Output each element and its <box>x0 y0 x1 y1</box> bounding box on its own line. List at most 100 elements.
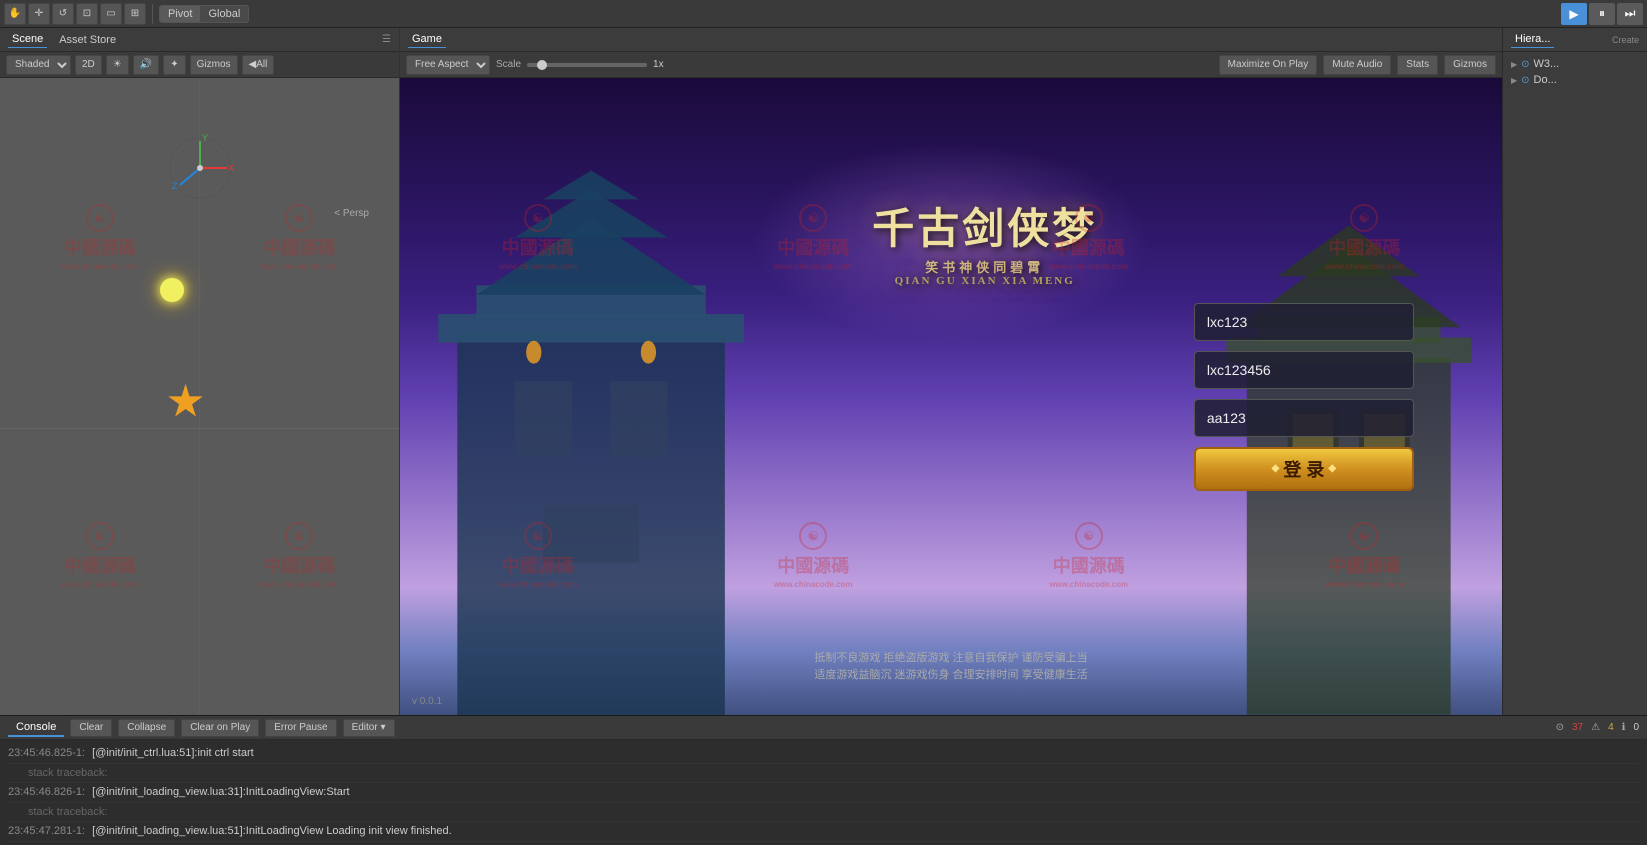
console-text-3: [@init/init_loading_view.lua:51]:InitLoa… <box>92 825 452 837</box>
console-timestamp-1: 23:45:46.825-1: <box>8 747 85 759</box>
transform-tool-btn[interactable]: ⊞ <box>124 3 146 25</box>
step-btn[interactable]: ⏭ <box>1617 3 1643 25</box>
effects-btn[interactable]: ✦ <box>163 55 185 75</box>
move-tool-btn[interactable]: ✛ <box>28 3 50 25</box>
global-btn[interactable]: Global <box>200 6 248 22</box>
scale-thumb <box>537 60 547 70</box>
pause-btn[interactable]: ⏸ <box>1589 3 1615 25</box>
hierarchy-item-2[interactable]: ▶ ⊙ Do... <box>1507 72 1643 88</box>
scene-icon-1: ⊙ <box>1521 59 1529 70</box>
game-panel: Game Free Aspect Scale 1x Maximize On Pl… <box>400 28 1502 715</box>
lights-btn[interactable]: ☀ <box>106 55 129 75</box>
audio-btn[interactable]: 🔊 <box>133 55 159 75</box>
rect-tool-btn[interactable]: ▭ <box>100 3 122 25</box>
shading-mode-dropdown[interactable]: Shaded <box>6 55 71 75</box>
maximize-on-play-btn[interactable]: Maximize On Play <box>1219 55 1318 75</box>
scene-tab[interactable]: Scene <box>8 31 47 48</box>
persp-label: < Persp <box>334 208 369 219</box>
scale-slider[interactable] <box>527 63 647 67</box>
warn-count: 4 <box>1608 722 1614 733</box>
main-area: Scene Asset Store ☰ Shaded 2D ☀ 🔊 ✦ Gizm… <box>0 28 1647 715</box>
play-controls: ▶ ⏸ ⏭ <box>1561 3 1643 25</box>
console-line-3[interactable]: 23:45:47.281-1: [@init/init_loading_view… <box>8 822 1639 842</box>
hierarchy-item-1[interactable]: ▶ ⊙ W3... <box>1507 56 1643 72</box>
gizmos-game-btn[interactable]: Gizmos <box>1444 55 1496 75</box>
game-login-panel: lxc123 lxc123456 aa123 登 录 <box>1194 303 1414 491</box>
username-field[interactable]: lxc123 <box>1194 303 1414 341</box>
pagoda-bg-left <box>400 142 786 715</box>
editor-btn[interactable]: Editor ▾ <box>343 719 395 737</box>
scene-panel: Scene Asset Store ☰ Shaded 2D ☀ 🔊 ✦ Gizm… <box>0 28 400 715</box>
console-timestamp-3: 23:45:47.281-1: <box>8 825 85 837</box>
scale-value: 1x <box>653 59 664 70</box>
collapse-btn[interactable]: Collapse <box>118 719 175 737</box>
aspect-dropdown[interactable]: Free Aspect <box>406 55 490 75</box>
hand-tool-btn[interactable]: ✋ <box>4 3 26 25</box>
hierarchy-header: Hiera... Create <box>1503 28 1647 52</box>
game-tab[interactable]: Game <box>408 31 446 48</box>
scene-content: Y X Z < Persp <box>0 78 399 715</box>
warn-icon: ⚠ <box>1591 722 1600 733</box>
arrow-icon-1: ▶ <box>1511 60 1517 69</box>
error-icon: ⊙ <box>1556 722 1564 733</box>
scene-object <box>168 384 204 420</box>
mute-audio-btn[interactable]: Mute Audio <box>1323 55 1391 75</box>
all-btn[interactable]: ◀All <box>242 55 275 75</box>
stats-btn[interactable]: Stats <box>1397 55 1438 75</box>
console-timestamp-2: 23:45:46.826-1: <box>8 786 85 798</box>
game-content: 千古剑侠梦 笑书神侠同碧霄 QIAN GU XIAN XIA MENG ☯ 中國… <box>400 78 1502 715</box>
error-pause-btn[interactable]: Error Pause <box>265 719 336 737</box>
password-field[interactable]: lxc123456 <box>1194 351 1414 389</box>
arrow-icon-2: ▶ <box>1511 76 1517 85</box>
clear-on-play-btn[interactable]: Clear on Play <box>181 719 259 737</box>
rotate-tool-btn[interactable]: ↺ <box>52 3 74 25</box>
console-sub-1: stack traceback: <box>8 764 1639 784</box>
console-text-2: [@init/init_loading_view.lua:31]:InitLoa… <box>92 786 349 798</box>
2d-mode-btn[interactable]: 2D <box>75 55 102 75</box>
pivot-btn[interactable]: Pivot <box>160 6 200 22</box>
console-sub-text-2: stack traceback: <box>8 806 107 818</box>
console-sub-3: stack traceback: <box>8 842 1639 845</box>
gizmos-btn[interactable]: Gizmos <box>190 55 238 75</box>
scene-panel-collapse[interactable]: ☰ <box>382 34 391 45</box>
console-sub-text-1: stack traceback: <box>8 767 107 779</box>
login-btn[interactable]: 登 录 <box>1194 447 1414 491</box>
scene-toolbar: Shaded 2D ☀ 🔊 ✦ Gizmos ◀All <box>0 52 399 78</box>
game-footer: 抵制不良游戏 拒绝盗版游戏 注意自我保护 谨防受骗上当 适度游戏益脑沉 迷游戏伤… <box>814 650 1087 685</box>
error-count: 37 <box>1572 722 1583 733</box>
sun-gizmo <box>160 278 184 302</box>
asset-store-tab[interactable]: Asset Store <box>55 32 120 48</box>
axis-gizmo: Y X Z <box>165 133 235 206</box>
svg-text:X: X <box>228 163 234 173</box>
console-sub-2: stack traceback: <box>8 803 1639 823</box>
hierarchy-tab[interactable]: Hiera... <box>1511 31 1554 48</box>
console-line-2[interactable]: 23:45:46.826-1: [@init/init_loading_view… <box>8 783 1639 803</box>
console-line-1[interactable]: 23:45:46.825-1: [@init/init_ctrl.lua:51]… <box>8 744 1639 764</box>
svg-text:Y: Y <box>202 133 208 143</box>
top-toolbar: ✋ ✛ ↺ ⊡ ▭ ⊞ Pivot Global ▶ ⏸ ⏭ <box>0 0 1647 28</box>
clear-btn[interactable]: Clear <box>70 719 112 737</box>
hierarchy-panel: Hiera... Create ▶ ⊙ W3... ▶ ⊙ Do... <box>1502 28 1647 715</box>
toolbar-transform-tools: ✋ ✛ ↺ ⊡ ▭ ⊞ <box>4 3 146 25</box>
play-btn[interactable]: ▶ <box>1561 3 1587 25</box>
scene-panel-header: Scene Asset Store ☰ <box>0 28 399 52</box>
console-panel: Console Clear Collapse Clear on Play Err… <box>0 715 1647 845</box>
info-count: 0 <box>1633 722 1639 733</box>
console-header: Console Clear Collapse Clear on Play Err… <box>0 716 1647 740</box>
console-stats: ⊙ 37 ⚠ 4 ℹ 0 <box>1556 722 1639 733</box>
scene-icon-2: ⊙ <box>1521 75 1529 86</box>
console-text-1: [@init/init_ctrl.lua:51]:init ctrl start <box>92 747 254 759</box>
game-options: Maximize On Play Mute Audio Stats Gizmos <box>1219 55 1496 75</box>
console-tab[interactable]: Console <box>8 719 64 737</box>
pivot-global-group: Pivot Global <box>159 5 249 23</box>
game-title: 千古剑侠梦 笑书神侠同碧霄 QIAN GU XIAN XIA MENG <box>872 205 1097 288</box>
game-toolbar: Free Aspect Scale 1x Maximize On Play Mu… <box>400 52 1502 78</box>
info-icon: ℹ <box>1622 722 1626 733</box>
scale-tool-btn[interactable]: ⊡ <box>76 3 98 25</box>
server-field[interactable]: aa123 <box>1194 399 1414 437</box>
hierarchy-create-btn[interactable]: Create <box>1612 35 1639 45</box>
hierarchy-content: ▶ ⊙ W3... ▶ ⊙ Do... <box>1503 52 1647 715</box>
toolbar-sep-1 <box>152 4 153 24</box>
console-content: 23:45:46.825-1: [@init/init_ctrl.lua:51]… <box>0 740 1647 845</box>
game-version: v 0.0.1 <box>412 696 442 707</box>
